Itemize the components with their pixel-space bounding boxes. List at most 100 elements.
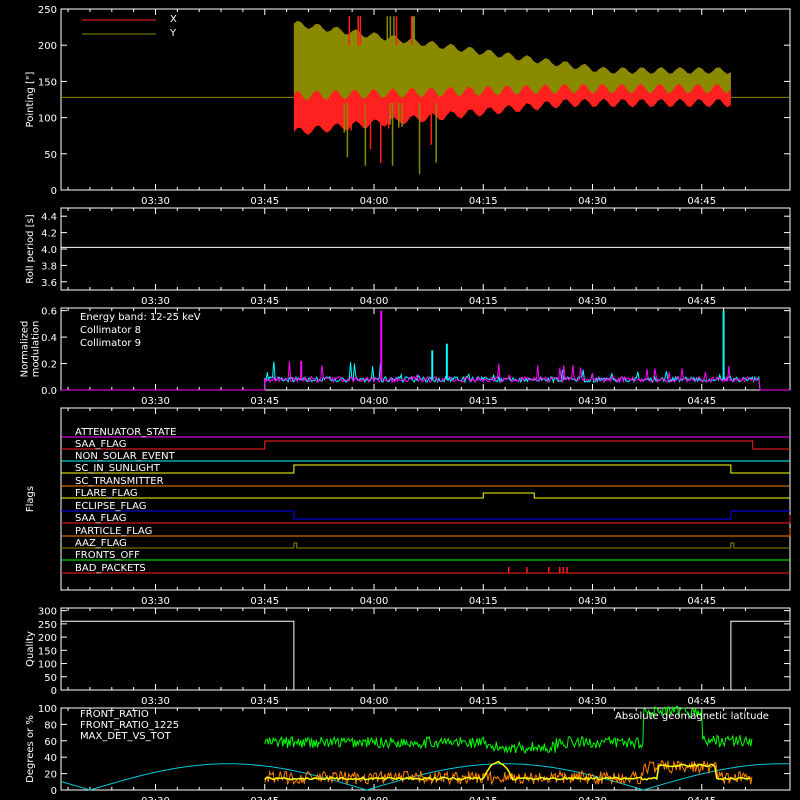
y-axis-label-group: Degrees or % bbox=[25, 715, 36, 783]
y-axis-label: Degrees or % bbox=[25, 715, 36, 783]
y-axis-label-group: Quality bbox=[25, 631, 36, 667]
x-tick-label: 04:15 bbox=[469, 296, 498, 307]
series-y-band bbox=[293, 20, 731, 100]
y-tick-label: 0.6 bbox=[41, 307, 57, 318]
x-tick-label: 03:30 bbox=[141, 196, 170, 207]
x-tick-label: 04:45 bbox=[687, 296, 716, 307]
flag-label: ATTENUATOR_STATE bbox=[75, 427, 176, 438]
figure-canvas: 03:30 03:45 04:00 04:15 04:30 04:45 Pointing [… bbox=[20, 5, 791, 800]
x-tick-label: 04:00 bbox=[360, 396, 389, 407]
x-tick-label: 04:30 bbox=[578, 196, 607, 207]
legend-label-collimator-8: Collimator 8 bbox=[80, 325, 141, 336]
flag-label: PARTICLE_FLAG bbox=[75, 526, 152, 537]
x-tick-label: 03:30 bbox=[141, 596, 170, 607]
flag-label: ECLIPSE_FLAG bbox=[75, 501, 146, 512]
flag-label: FLARE_FLAG bbox=[75, 488, 138, 499]
x-tick-label: 04:30 bbox=[578, 396, 607, 407]
x-tick-label: 04:15 bbox=[469, 396, 498, 407]
x-tick-label: 04:30 bbox=[578, 796, 607, 800]
x-tick-label: 03:45 bbox=[250, 596, 279, 607]
panel-2-frame bbox=[60, 207, 791, 291]
y-tick-label: 250 bbox=[38, 620, 57, 631]
flag-label: FRONTS_OFF bbox=[75, 550, 140, 561]
y-tick-label: 300 bbox=[38, 607, 57, 618]
y-tick-label: 3.8 bbox=[41, 261, 57, 272]
energy-band-annotation: Energy band: 12-25 keV bbox=[80, 312, 201, 323]
y-tick-label: 3.6 bbox=[41, 278, 57, 289]
quality-line bbox=[730, 620, 790, 690]
legend-label-collimator-9: Collimator 9 bbox=[80, 338, 141, 349]
flag-line bbox=[61, 528, 791, 537]
geomagnetic-latitude-annotation: Absolute geomagnetic latitude bbox=[615, 711, 769, 722]
y-axis-label-group: Pointing ["] bbox=[25, 71, 36, 127]
y-tick-label: 40 bbox=[44, 753, 57, 764]
flag-label: SAA_FLAG bbox=[75, 513, 126, 524]
x-tick-label: 04:45 bbox=[687, 596, 716, 607]
x-tick-label: 04:45 bbox=[687, 396, 716, 407]
y-tick-label: 50 bbox=[44, 150, 57, 161]
x-tick-label: 03:30 bbox=[141, 796, 170, 800]
y-axis-label: Quality bbox=[25, 631, 36, 667]
flag-label: NON_SOLAR_EVENT bbox=[75, 451, 176, 462]
x-tick-label: 04:45 bbox=[687, 196, 716, 207]
x-tick-label: 04:15 bbox=[469, 696, 498, 707]
x-tick-label: 04:30 bbox=[578, 296, 607, 307]
y-axis-label: Flags bbox=[25, 486, 36, 512]
x-tick-label: 03:45 bbox=[250, 396, 279, 407]
flag-line bbox=[61, 542, 790, 549]
x-tick-label: 04:00 bbox=[360, 696, 389, 707]
x-tick-label: 04:45 bbox=[687, 796, 716, 800]
y-tick-label: 60 bbox=[44, 737, 57, 748]
flag-line bbox=[61, 492, 790, 499]
y-tick-label: 80 bbox=[44, 720, 57, 731]
x-tick-label: 03:30 bbox=[141, 396, 170, 407]
y-tick-label: 100 bbox=[38, 704, 57, 715]
y-tick-label: 0.4 bbox=[41, 333, 57, 344]
y-tick-label: 100 bbox=[38, 660, 57, 671]
y-tick-label: 0 bbox=[51, 786, 57, 797]
x-tick-label: 03:45 bbox=[250, 796, 279, 800]
y-axis-label: Normalized bbox=[20, 321, 31, 378]
y-tick-label: 20 bbox=[44, 770, 57, 781]
y-tick-label: 4.0 bbox=[41, 245, 57, 256]
flag-label: BAD_PACKETS bbox=[75, 563, 146, 574]
y-tick-label: 4.4 bbox=[41, 212, 57, 223]
x-tick-label: 04:30 bbox=[578, 696, 607, 707]
y-tick-label: 0 bbox=[51, 686, 57, 697]
modulation-series bbox=[61, 361, 790, 391]
rhessi-quicklook-figure: 03:30 03:45 04:00 04:15 04:30 04:45 Pointing [… bbox=[0, 0, 800, 800]
y-tick-label: 0 bbox=[51, 186, 57, 197]
y-axis-label-group: Flags bbox=[25, 486, 36, 512]
y-axis-label: Pointing ["] bbox=[25, 71, 36, 127]
x-tick-label: 03:30 bbox=[141, 296, 170, 307]
x-tick-label: 03:30 bbox=[141, 696, 170, 707]
y-tick-label: 150 bbox=[38, 646, 57, 657]
quality-line bbox=[61, 620, 295, 690]
flag-label: SAA_FLAG bbox=[75, 439, 126, 450]
y-tick-label: 100 bbox=[38, 114, 57, 125]
x-tick-label: 03:45 bbox=[250, 696, 279, 707]
flag-label: AAZ_FLAG bbox=[75, 538, 127, 549]
y-tick-label: 200 bbox=[38, 633, 57, 644]
x-tick-label: 04:45 bbox=[687, 696, 716, 707]
y-tick-label: 200 bbox=[38, 41, 57, 52]
flag-line bbox=[61, 464, 790, 474]
y-tick-label: 4.2 bbox=[41, 229, 57, 240]
y-axis-label-group: Normalized modulation bbox=[20, 321, 42, 378]
panel-5-frame bbox=[60, 607, 791, 691]
x-tick-label: 03:45 bbox=[250, 296, 279, 307]
y-axis-label-group: Roll period [s] bbox=[25, 214, 36, 283]
legend-label-y: Y bbox=[169, 28, 177, 39]
x-tick-label: 04:15 bbox=[469, 196, 498, 207]
y-tick-label: 0.2 bbox=[41, 360, 57, 371]
x-tick-label: 04:30 bbox=[578, 596, 607, 607]
legend-label-front-ratio-1225: FRONT_RATIO_1225 bbox=[80, 720, 179, 731]
flag-label: SC_TRANSMITTER bbox=[75, 476, 164, 487]
x-tick-label: 03:45 bbox=[250, 196, 279, 207]
y-tick-label: 250 bbox=[38, 5, 57, 16]
legend-label-front-ratio: FRONT_RATIO bbox=[80, 709, 149, 720]
modulation-series bbox=[61, 361, 790, 391]
flag-line bbox=[61, 510, 790, 520]
flag-line bbox=[61, 440, 790, 450]
x-tick-label: 04:00 bbox=[360, 596, 389, 607]
